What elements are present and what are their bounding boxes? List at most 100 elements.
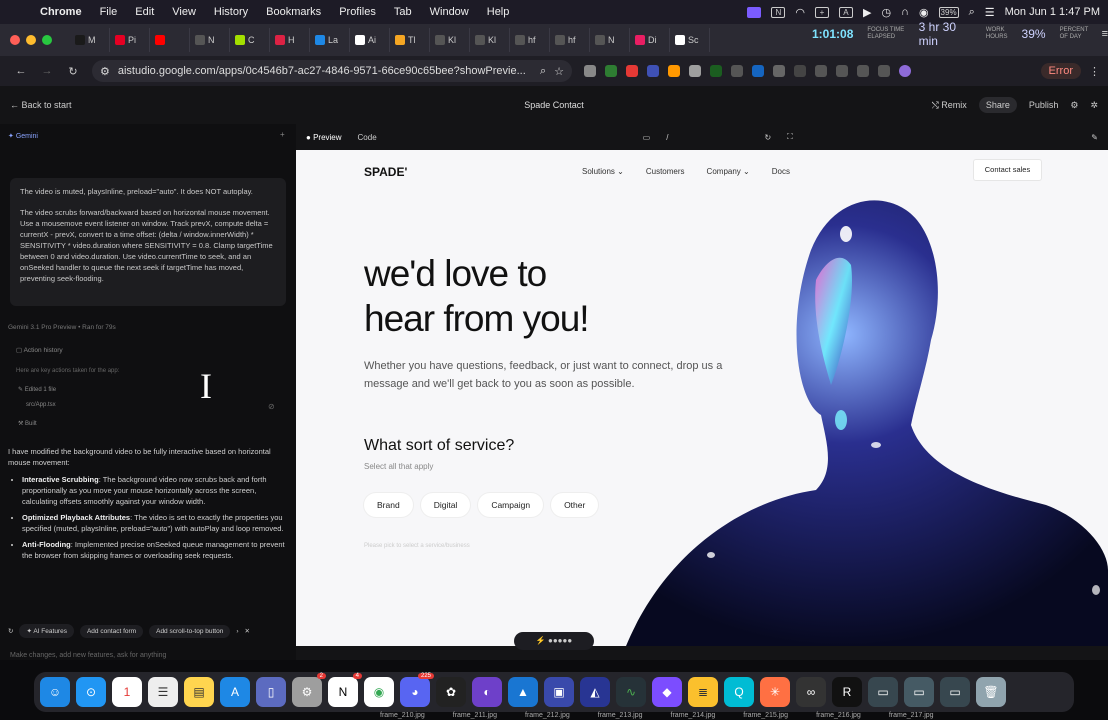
discord-icon[interactable]: ◕ 225 [400,673,434,707]
browser-tab[interactable]: N [190,28,230,52]
download-extension-icon[interactable] [605,65,617,77]
frame-label[interactable]: frame_212.jpg [525,712,570,719]
browser-tab[interactable]: La [310,28,350,52]
frame-label[interactable]: frame_210.jpg [380,712,425,719]
address-bar[interactable]: ⚙ aistudio.google.com/apps/0c4546b7-ac27… [92,60,572,82]
chrome-icon[interactable]: ◉ [364,677,394,707]
app-store-icon[interactable]: A [220,677,250,707]
edited-files-row[interactable]: ✎ Edited 1 file [18,386,56,393]
chip-ai-features[interactable]: ✦ AI Features [19,624,74,638]
share-button[interactable]: Share [978,97,1017,113]
built-row[interactable]: ⚒ Built [18,420,37,427]
prompt-input[interactable]: Make changes, add new features, ask for … [10,652,166,659]
clock-icon[interactable]: ◷ [881,6,891,19]
tab-code[interactable]: Code [358,133,377,142]
menu-tab[interactable]: Tab [394,6,412,18]
option-other[interactable]: Other [551,493,599,517]
headphones-icon[interactable]: ∩ [901,6,909,18]
menu-edit[interactable]: Edit [135,6,154,18]
gear-icon[interactable]: ✲ [1090,100,1098,111]
minimize-window-button[interactable] [26,35,36,45]
system-settings-icon[interactable]: ⚙ 2 [292,673,326,707]
frame-label[interactable]: frame_217.jpg [889,712,934,719]
edited-file-name[interactable]: src/App.tsx [26,402,56,408]
menu-history[interactable]: History [214,6,248,18]
notion-icon[interactable]: N4 [328,673,362,707]
calendar-icon[interactable]: 1 [112,677,142,707]
nav-company[interactable]: Company ⌄ [707,167,750,176]
badge-extension-icon[interactable] [731,65,743,77]
tab-preview[interactable]: ● Preview [306,133,342,142]
back-arrow-icon[interactable]: ← [8,65,34,77]
remix-button[interactable]: ⤭ Remix [932,100,967,111]
battery-icon[interactable]: 39% [938,6,959,18]
search-icon[interactable]: ⌕ [969,6,975,19]
close-window-button[interactable] [10,35,20,45]
new-chat-icon[interactable]: + [280,130,285,139]
browser-tab[interactable]: Kl [470,28,510,52]
frame-label[interactable]: frame_211.jpg [453,712,497,719]
more-vert-icon[interactable]: ⋮ [1089,65,1100,78]
github-icon[interactable]: ◐ [472,677,502,707]
chip-add-contact-form[interactable]: Add contact form [79,624,144,638]
fullscreen-icon[interactable]: ⛶ [787,132,793,142]
green-extension-icon[interactable] [710,65,722,77]
chrome-extension-icon[interactable] [689,65,701,77]
browser-tab[interactable]: Sc [670,28,710,52]
stack-icon[interactable]: ≣ [688,677,718,707]
chip-add-scroll-to-top[interactable]: Add scroll-to-top button [149,624,231,638]
play-circle-icon[interactable]: ▶ [863,6,871,19]
camera-extension-icon[interactable] [584,65,596,77]
preview-path[interactable]: / [666,133,668,142]
android-studio-icon[interactable]: ▲ [508,677,538,707]
cube-extension-icon[interactable] [647,65,659,77]
browser-tab[interactable]: hf [550,28,590,52]
capcut-icon[interactable]: ∞ [796,677,826,707]
save-extension-icon[interactable] [752,65,764,77]
reminders-icon[interactable]: ☰ [148,677,178,707]
menu-app-name[interactable]: Chrome [40,6,82,18]
nav-docs[interactable]: Docs [772,167,790,176]
claude-icon[interactable]: ✳ [760,677,790,707]
wifi-icon[interactable]: ◉ [919,6,929,19]
menu-profiles[interactable]: Profiles [339,6,376,18]
zoom-icon[interactable]: ⌕ [540,65,546,78]
browser-tab[interactable]: Kl [430,28,470,52]
browser-tab[interactable]: H [270,28,310,52]
frame-label[interactable]: frame_215.jpg [743,712,788,719]
screenshot-thumb-2[interactable]: ▭ [904,677,934,707]
screen-record-icon[interactable] [747,6,762,18]
site-logo[interactable]: SPADE' [364,165,407,179]
browser-tab[interactable]: Ai [350,28,390,52]
close-chips-icon[interactable]: ✕ [244,627,249,635]
browser-tab[interactable]: Di [630,28,670,52]
action-history-button[interactable]: ▢ Action history [16,346,63,354]
refresh-suggestions-icon[interactable]: ↻ [8,627,13,635]
publish-button[interactable]: Publish [1029,100,1059,110]
nav-customers[interactable]: Customers [646,167,685,176]
function-extension-icon[interactable] [794,65,806,77]
forward-arrow-icon[interactable]: → [34,65,60,77]
share-icon[interactable] [878,65,890,77]
option-brand[interactable]: Brand [364,493,413,517]
finder-icon[interactable]: ☺ [40,677,70,707]
zoom-window-button[interactable] [42,35,52,45]
option-digital[interactable]: Digital [420,493,471,517]
dev-toolbar-pill[interactable]: ⚡ ●●●●● [514,632,594,650]
option-campaign[interactable]: Campaign [478,493,544,517]
vpn-icon[interactable]: ◭ [580,677,610,707]
puzzle-extension-icon[interactable] [815,65,827,77]
menu-bookmarks[interactable]: Bookmarks [266,6,321,18]
notes-icon[interactable]: ▤ [184,677,214,707]
menu-help[interactable]: Help [487,6,510,18]
edit-icon[interactable]: ✎ [1091,133,1098,142]
menu-file[interactable]: File [100,6,118,18]
obsidian-icon[interactable]: ◆ [652,677,682,707]
chevron-right-icon[interactable]: › [236,628,238,635]
frame-label[interactable]: frame_213.jpg [598,712,643,719]
contact-sales-button[interactable]: Contact sales [973,159,1042,181]
error-button[interactable]: Error [1040,63,1081,79]
menu-view[interactable]: View [172,6,196,18]
frame-label[interactable]: frame_214.jpg [671,712,716,719]
browser-tab[interactable]: Pi [110,28,150,52]
